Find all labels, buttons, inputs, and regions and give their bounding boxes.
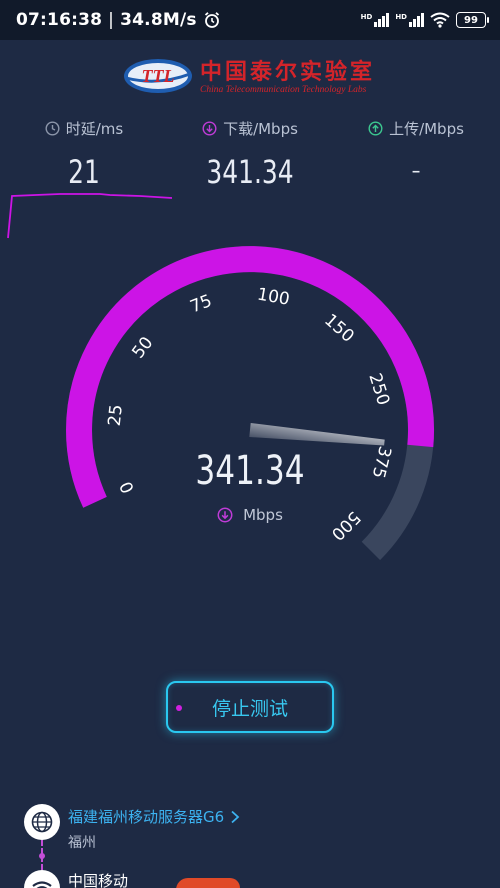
isp-name: 中国移动: [68, 872, 129, 888]
latency-label: 时延/ms: [65, 120, 124, 138]
stop-test-button[interactable]: 停止测试: [166, 681, 334, 733]
status-left: 07:16:38 | 34.8M/s: [16, 10, 221, 30]
metric-upload: 上传/Mbps –: [336, 118, 496, 184]
gauge-unit-label: Mbps: [243, 506, 283, 524]
server-city: 福州: [68, 835, 96, 851]
globe-icon: [24, 804, 60, 840]
server-info[interactable]: 福建福州移动服务器G6 福州: [24, 802, 484, 852]
isp-info: 中国移动: [24, 866, 484, 888]
upload-icon: [368, 121, 383, 136]
promo-badge: [176, 878, 240, 888]
metric-download: 下载/Mbps 341.34: [170, 118, 330, 191]
gauge-tick-100: 100: [256, 284, 291, 309]
ctl-logo: TTL 中国泰尔实验室 China Telecommunication Tech…: [122, 52, 392, 104]
battery-level: 99: [464, 14, 478, 26]
download-value: 341.34: [206, 153, 294, 191]
wifi-icon: [24, 870, 60, 888]
stop-test-label: 停止测试: [211, 697, 288, 720]
speed-gauge: 0 25 50 75 100 150 250 375 500 341.34 Mbps: [0, 230, 500, 561]
gauge-needle: [249, 423, 385, 446]
chevron-right-icon: [231, 810, 240, 823]
status-divider: |: [108, 10, 115, 30]
logo-en-name: China Telecommunication Technology Labs: [200, 85, 367, 95]
download-label: 下载/Mbps: [223, 120, 298, 138]
server-name: 福建福州移动服务器G6: [68, 808, 225, 826]
clock-icon: [45, 121, 60, 136]
battery-icon: 99: [456, 12, 489, 28]
status-right: HD HD 99: [361, 12, 489, 28]
gauge-unit-row: Mbps: [0, 506, 500, 524]
signal-icon-sim2: HD: [395, 13, 424, 27]
gauge-tick-25: 25: [105, 403, 127, 427]
upload-value: –: [411, 159, 421, 184]
network-speed: 34.8M/s: [120, 10, 197, 30]
svg-text:TTL: TTL: [142, 66, 175, 86]
download-icon: [202, 121, 217, 136]
download-icon: [217, 507, 233, 523]
signal-icon-sim1: HD: [361, 13, 390, 27]
button-indicator-dot: [176, 705, 182, 711]
gauge-tick-50: 50: [128, 333, 157, 362]
gauge-speed-value: 341.34: [195, 448, 305, 494]
logo-cn-name: 中国泰尔实验室: [200, 59, 376, 85]
upload-label: 上传/Mbps: [389, 120, 464, 138]
ttl-logo-mark: TTL: [124, 59, 192, 93]
server-name-link[interactable]: 福建福州移动服务器G6: [68, 806, 240, 827]
gauge-tick-250: 250: [364, 371, 393, 408]
connector-dot: [39, 853, 45, 859]
status-bar: 07:16:38 | 34.8M/s HD HD 99: [0, 0, 500, 40]
wifi-icon: [430, 12, 450, 28]
alarm-icon: [204, 12, 219, 28]
gauge-tick-75: 75: [187, 291, 214, 317]
gauge-tick-150: 150: [320, 310, 358, 346]
clock-time: 07:16:38: [16, 10, 103, 30]
